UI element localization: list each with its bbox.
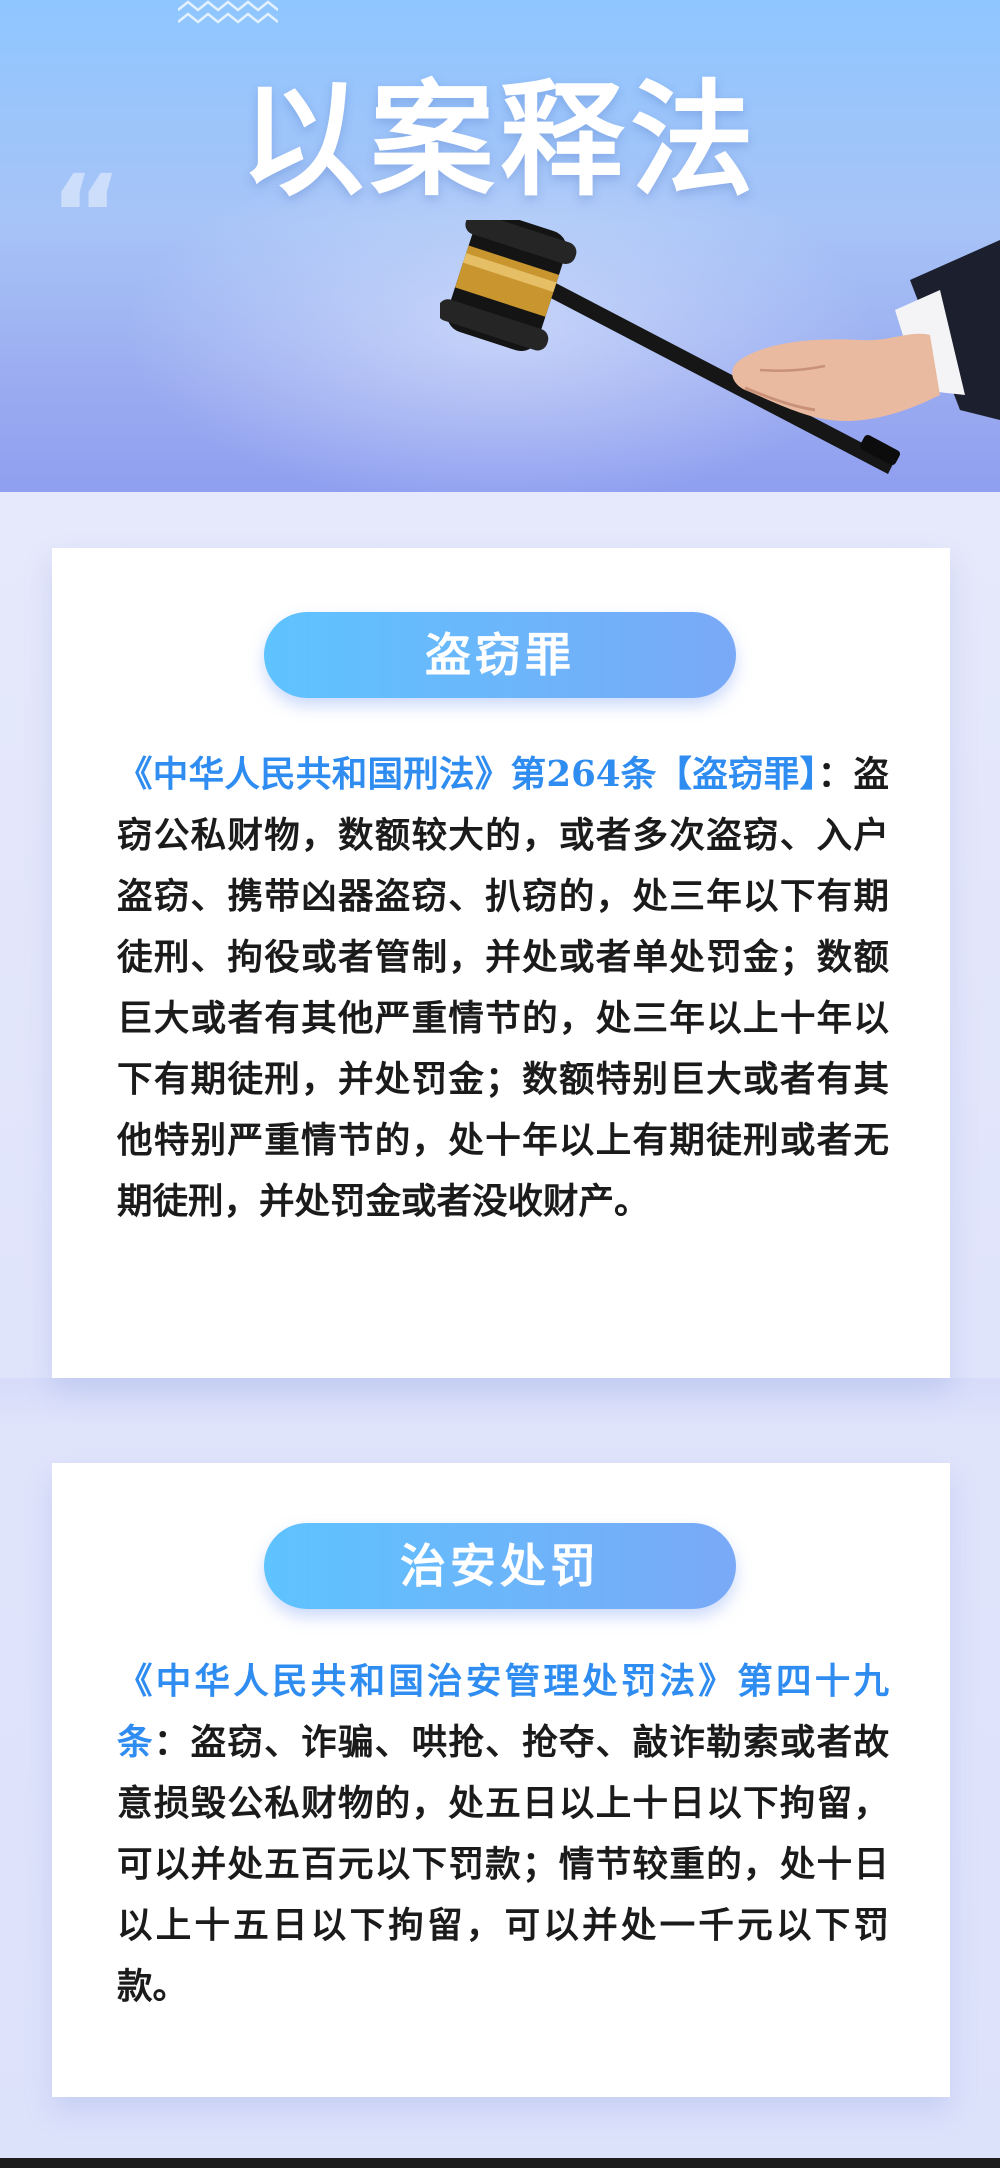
bottom-border: [0, 2158, 1000, 2168]
card-backdrop: [0, 1378, 1000, 1426]
law-card-public-security: 治安处罚 《中华人民共和国治安管理处罚法》第四十九条：盗窃、诈骗、哄抢、抢夺、敲…: [52, 1463, 950, 2097]
zigzag-icon: [178, 0, 278, 24]
law-card-theft: 盗窃罪 《中华人民共和国刑法》第264条【盗窃罪】：盗窃公私财物，数额较大的，或…: [52, 548, 950, 1378]
hero-banner: “ 以案释法: [0, 0, 1000, 492]
gavel-in-hand-icon: [440, 220, 1000, 474]
law-reference: 《中华人民共和国刑法》第264条【盗窃罪】: [117, 754, 818, 795]
law-body: ：盗窃公私财物，数额较大的，或者多次盗窃、入户盗窃、携带凶器盗窃、扒窃的，处三年…: [117, 754, 889, 1222]
section-heading-pill: 盗窃罪: [264, 612, 736, 698]
law-text: 《中华人民共和国治安管理处罚法》第四十九条：盗窃、诈骗、哄抢、抢夺、敲诈勒索或者…: [117, 1651, 889, 2017]
page-title: 以案释法: [239, 69, 760, 213]
section-heading-pill: 治安处罚: [264, 1523, 736, 1609]
law-text: 《中华人民共和国刑法》第264条【盗窃罪】：盗窃公私财物，数额较大的，或者多次盗…: [117, 744, 889, 1232]
law-body: ：盗窃、诈骗、哄抢、抢夺、敲诈勒索或者故意损毁公私财物的，处五日以上十日以下拘留…: [117, 1722, 889, 2007]
